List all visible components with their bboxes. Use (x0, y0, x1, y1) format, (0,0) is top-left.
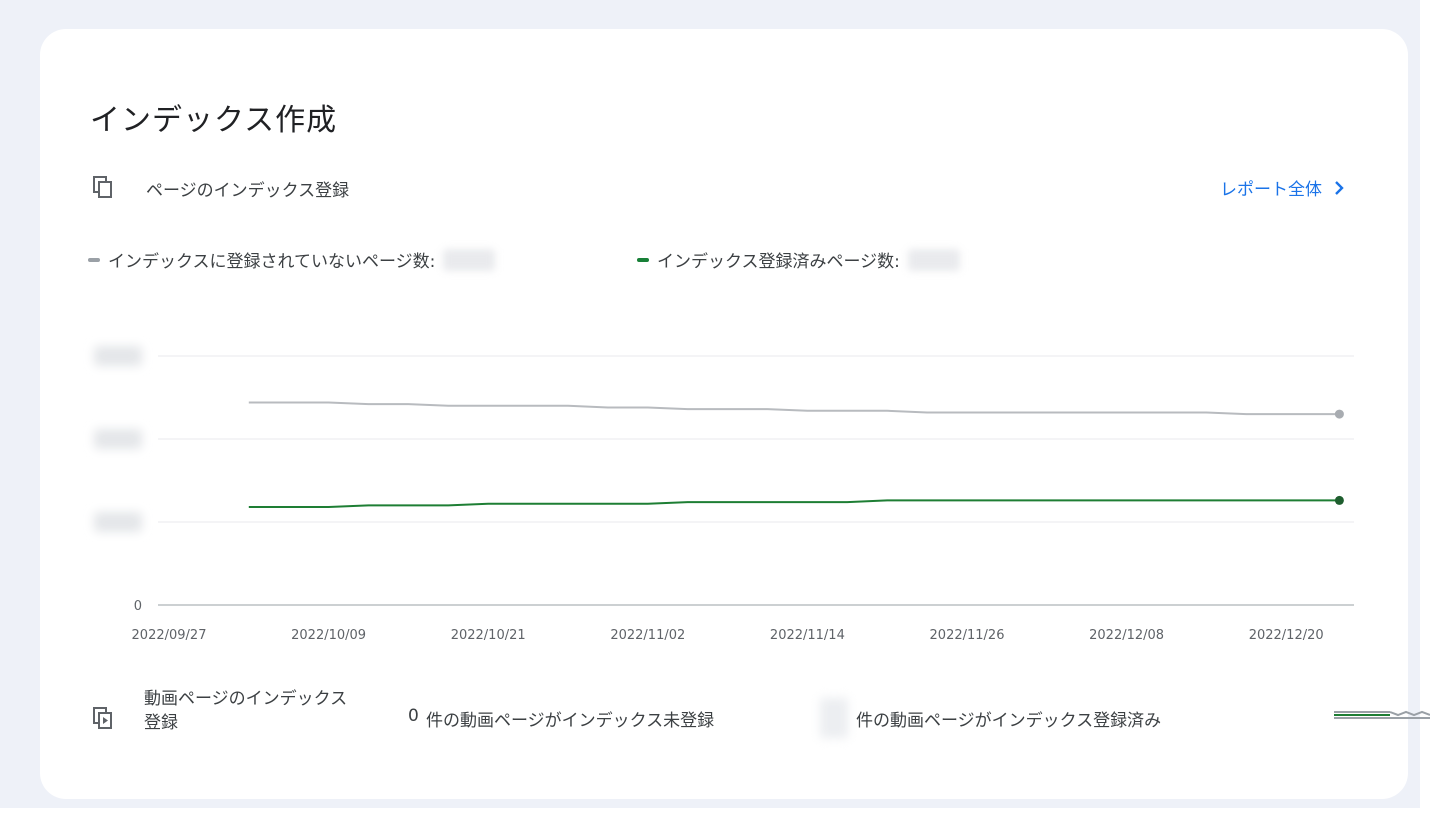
y-tick-label-redacted (94, 512, 142, 532)
y-tick-label-redacted (94, 429, 142, 449)
x-tick-label: 2022/11/02 (610, 628, 685, 643)
x-tick-label: 2022/10/21 (451, 628, 526, 643)
series-line (248, 401, 1340, 416)
series-endpoint (1334, 409, 1344, 419)
video-indexed-count-redacted (820, 698, 848, 738)
copy-pages-icon (93, 176, 112, 198)
y-tick-label-redacted (94, 346, 142, 366)
legend-value-indexed (907, 248, 960, 271)
page-indexing-label: ページのインデックス登録 (146, 181, 350, 201)
legend-indexed: インデックス登録済みページ数: (637, 247, 960, 272)
legend-value-not-indexed (443, 248, 496, 271)
x-tick-label: 2022/11/14 (770, 628, 845, 643)
video-sparkline (1334, 710, 1430, 719)
legend-swatch-not-indexed (88, 257, 100, 262)
x-tick-label: 2022/11/26 (930, 628, 1005, 643)
video-page-icon (93, 707, 112, 729)
window-edge-right (1420, 0, 1436, 808)
card-title: インデックス作成 (90, 103, 338, 138)
y-tick-label: 0 (134, 599, 142, 614)
legend-swatch-indexed (637, 257, 649, 262)
x-tick-label: 2022/10/09 (291, 628, 366, 643)
x-tick-label: 2022/12/08 (1089, 628, 1164, 643)
x-tick-label: 2022/09/27 (132, 628, 207, 643)
series-line (248, 499, 1340, 509)
video-not-indexed-count: 0 (408, 706, 419, 726)
indexing-card: インデックス作成 ページのインデックス登録 レポート全体 インデックスに登録され… (40, 29, 1430, 799)
window-edge-bottom (0, 808, 1436, 826)
full-report-link[interactable]: レポート全体 (1220, 175, 1344, 200)
legend-label-not-indexed: インデックスに登録されていないページ数: (108, 252, 436, 272)
video-indexed-text: 件の動画ページがインデックス登録済み (856, 711, 1162, 731)
series-endpoint (1334, 495, 1344, 505)
indexing-chart: 0 2022/09/27 2022/10/09 2022/10/21 2022/11/0… (80, 309, 1380, 649)
x-tick-label: 2022/12/20 (1249, 628, 1324, 643)
indexing-line-chart: 0 2022/09/27 2022/10/09 2022/10/21 2022/11/0… (94, 346, 1354, 643)
video-indexing-label-line2: 登録 (144, 713, 178, 733)
legend-label-indexed: インデックス登録済みページ数: (657, 252, 900, 272)
chevron-right-icon (1335, 180, 1344, 195)
legend-not-indexed: インデックスに登録されていないページ数: (88, 247, 496, 272)
video-indexing-label-line1: 動画ページのインデックス (144, 689, 348, 709)
video-indexing-row[interactable]: 動画ページのインデックス 登録 0 件の動画ページがインデックス未登録 件の動画… (90, 684, 1430, 764)
video-not-indexed-text: 件の動画ページがインデックス未登録 (426, 711, 715, 731)
full-report-label: レポート全体 (1220, 180, 1322, 200)
